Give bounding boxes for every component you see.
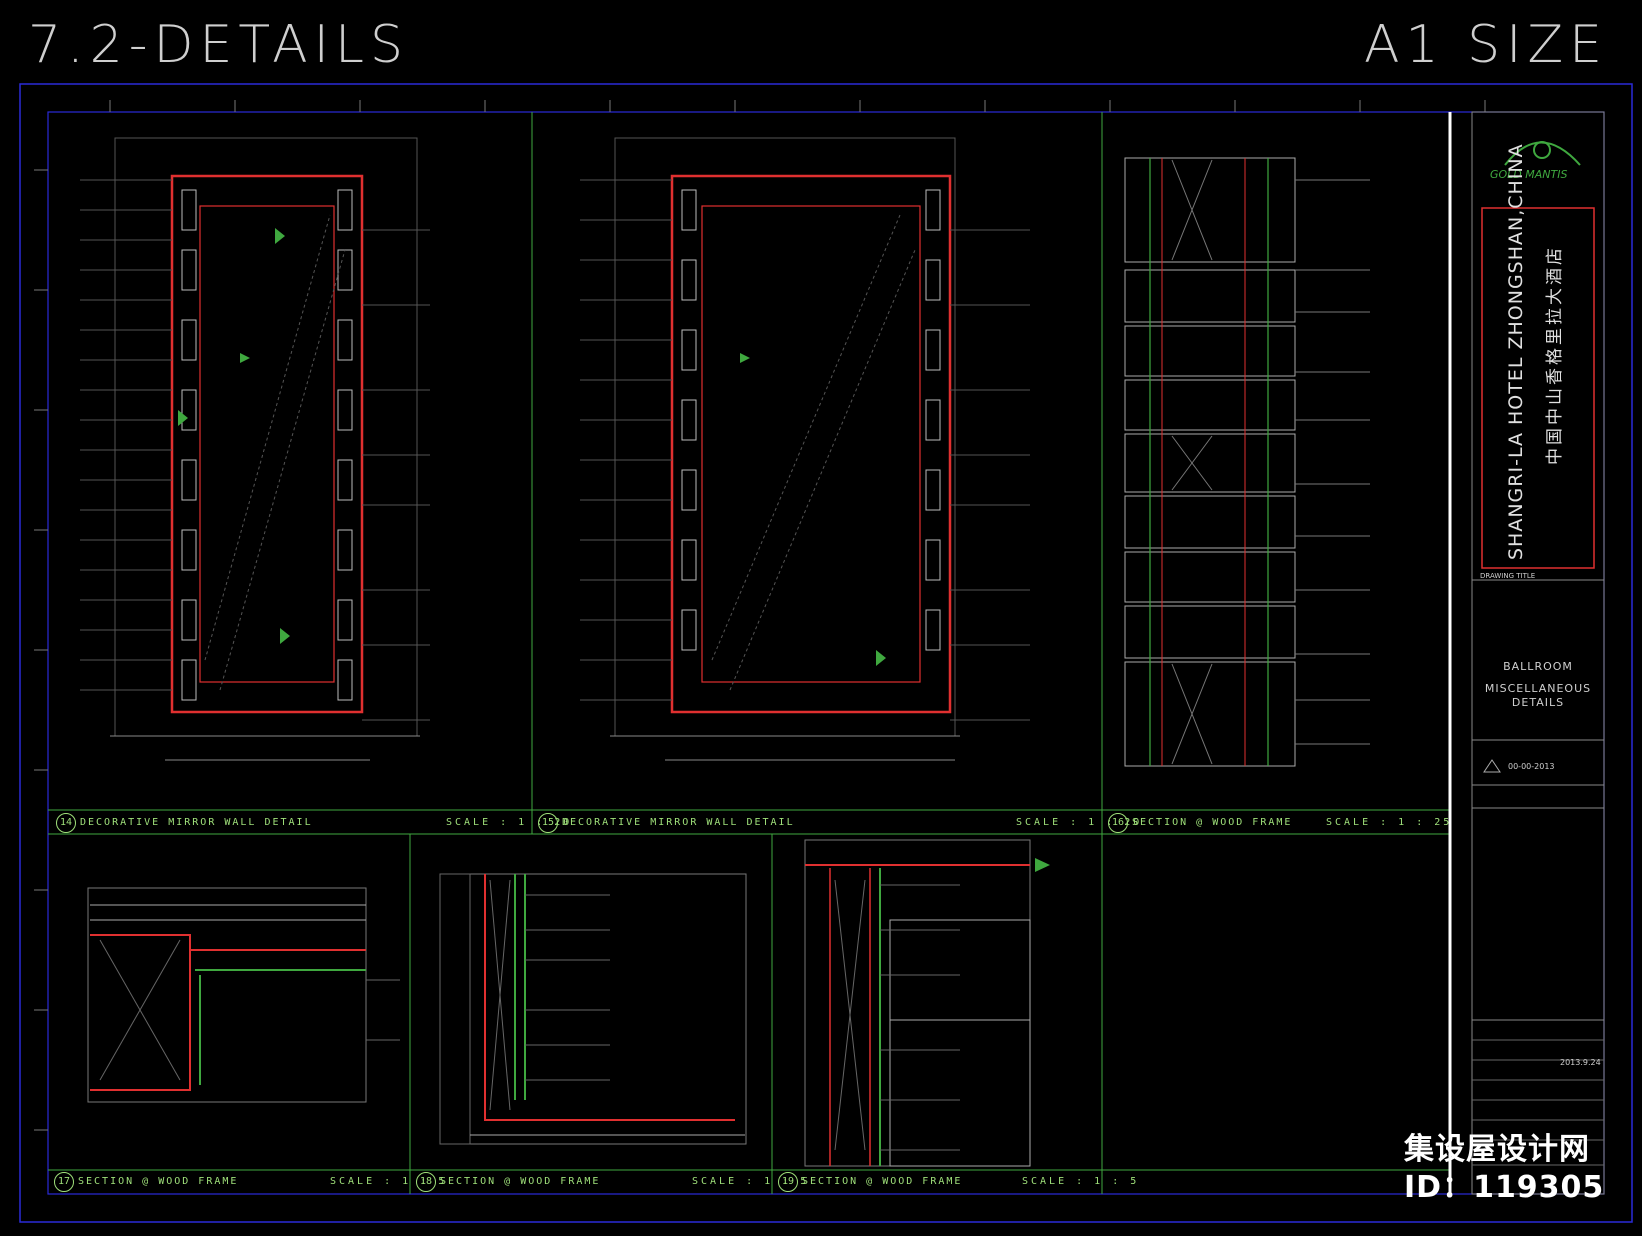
project-name-en: SHANGRI-LA HOTEL ZHONGSHAN,CHINA: [1505, 143, 1527, 560]
section-wood-frame-19: [804, 839, 1050, 1167]
watermark-id: ID：119305: [1404, 1170, 1605, 1205]
logo-text: GOLD MANTIS: [1490, 168, 1568, 181]
drawing-title-line2: DETAILS: [1511, 696, 1565, 709]
section-wood-frame-17: [87, 887, 400, 1103]
panel-number-16: 16: [1108, 813, 1128, 833]
panel-title-18: SECTION @ WOOD FRAME: [440, 1176, 601, 1187]
mirror-wall-detail-14: [80, 137, 430, 761]
panel-title-17: SECTION @ WOOD FRAME: [78, 1176, 239, 1187]
panel-title-19: SECTION @ WOOD FRAME: [802, 1176, 963, 1187]
project-name-cn: 中国中山香格里拉大酒店: [1545, 245, 1565, 465]
issue-date: 2013.9.24: [1560, 1058, 1601, 1067]
title-block: [1448, 111, 1605, 1195]
panel-title-14: DECORATIVE MIRROR WALL DETAIL: [80, 817, 313, 828]
panel-number-14: 14: [56, 813, 76, 833]
logo-mantis-icon: [1533, 141, 1551, 159]
panel-scale-19: SCALE : 1 : 5: [1022, 1176, 1140, 1187]
panel-scale-16: SCALE : 1 : 25: [1326, 817, 1453, 828]
outer-border: [19, 83, 1633, 1223]
drawing-canvas: [19, 83, 1633, 1223]
section-wood-frame-16: [1124, 157, 1370, 767]
drawing-title-line1: MISCELLANEOUS: [1484, 682, 1592, 695]
section-wood-frame-18: [439, 873, 747, 1145]
panel-grid: [48, 112, 1451, 1194]
panel-number-15: 15: [538, 813, 558, 833]
panel-number-19: 19: [778, 1172, 798, 1192]
mirror-wall-detail-15: [580, 137, 1030, 761]
drawing-title-label: DRAWING TITLE: [1480, 572, 1536, 580]
panel-number-17: 17: [54, 1172, 74, 1192]
revision-triangle-icon: [1483, 759, 1501, 773]
panel-title-16: SECTION @ WOOD FRAME: [1132, 817, 1293, 828]
grid-ticks: [34, 100, 1486, 1131]
panel-number-18: 18: [416, 1172, 436, 1192]
inner-border: [47, 111, 1605, 1195]
revision-date: 00-00-2013: [1508, 762, 1555, 771]
drawing-area: BALLROOM: [1503, 660, 1573, 673]
panel-title-15: DECORATIVE MIRROR WALL DETAIL: [562, 817, 795, 828]
